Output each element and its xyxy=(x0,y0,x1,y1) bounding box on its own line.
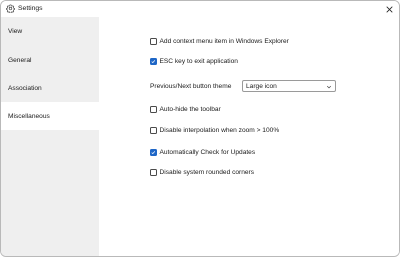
settings-panel: Add context menu item in Windows Explore… xyxy=(99,17,399,256)
close-button[interactable] xyxy=(382,2,396,16)
sidebar-item-miscellaneous[interactable]: Miscellaneous xyxy=(1,102,99,130)
prev-next-theme-select[interactable]: Large icon xyxy=(242,80,336,92)
auto-updates-label: Automatically Check for Updates xyxy=(159,149,256,156)
sidebar-item-label: Miscellaneous xyxy=(8,112,50,120)
disable-rounded-checkbox[interactable] xyxy=(150,169,157,176)
esc-exit-label: ESC key to exit application xyxy=(159,58,238,65)
settings-window: Settings View General Association Miscel… xyxy=(0,0,400,257)
autohide-toolbar-option[interactable]: Auto-hide the toolbar xyxy=(150,106,221,113)
disable-rounded-option[interactable]: Disable system rounded corners xyxy=(150,169,254,176)
esc-exit-option[interactable]: ESC key to exit application xyxy=(150,58,238,65)
prev-next-theme-label: Previous/Next button theme xyxy=(150,83,232,90)
checkmark-icon xyxy=(151,60,156,64)
prev-next-theme-label-row: Previous/Next button theme xyxy=(150,83,231,90)
sidebar-item-label: Association xyxy=(8,84,42,92)
chevron-down-icon xyxy=(326,85,332,89)
context-menu-option[interactable]: Add context menu item in Windows Explore… xyxy=(150,38,289,45)
checkmark-icon xyxy=(151,151,156,155)
sidebar: View General Association Miscellaneous xyxy=(1,17,99,256)
sidebar-item-label: General xyxy=(8,56,32,64)
prev-next-theme-value: Large icon xyxy=(246,82,277,90)
disable-interpolation-checkbox[interactable] xyxy=(150,127,157,134)
autohide-toolbar-checkbox[interactable] xyxy=(150,106,157,113)
sidebar-item-association[interactable]: Association xyxy=(1,74,99,102)
esc-exit-checkbox[interactable] xyxy=(150,58,157,65)
sidebar-item-general[interactable]: General xyxy=(1,46,99,74)
disable-interpolation-label: Disable interpolation when zoom > 100% xyxy=(159,127,280,134)
auto-updates-option[interactable]: Automatically Check for Updates xyxy=(150,149,255,156)
sidebar-item-view[interactable]: View xyxy=(1,17,99,45)
context-menu-label: Add context menu item in Windows Explore… xyxy=(159,38,289,45)
window-title: Settings xyxy=(18,5,43,12)
autohide-toolbar-label: Auto-hide the toolbar xyxy=(159,106,221,113)
sidebar-item-label: View xyxy=(8,27,23,35)
title-bar: Settings xyxy=(1,1,399,17)
context-menu-checkbox[interactable] xyxy=(150,38,157,45)
disable-rounded-label: Disable system rounded corners xyxy=(159,169,255,176)
gear-icon xyxy=(6,4,15,13)
close-icon xyxy=(385,5,393,13)
auto-updates-checkbox[interactable] xyxy=(150,149,157,156)
disable-interpolation-option[interactable]: Disable interpolation when zoom > 100% xyxy=(150,127,279,134)
